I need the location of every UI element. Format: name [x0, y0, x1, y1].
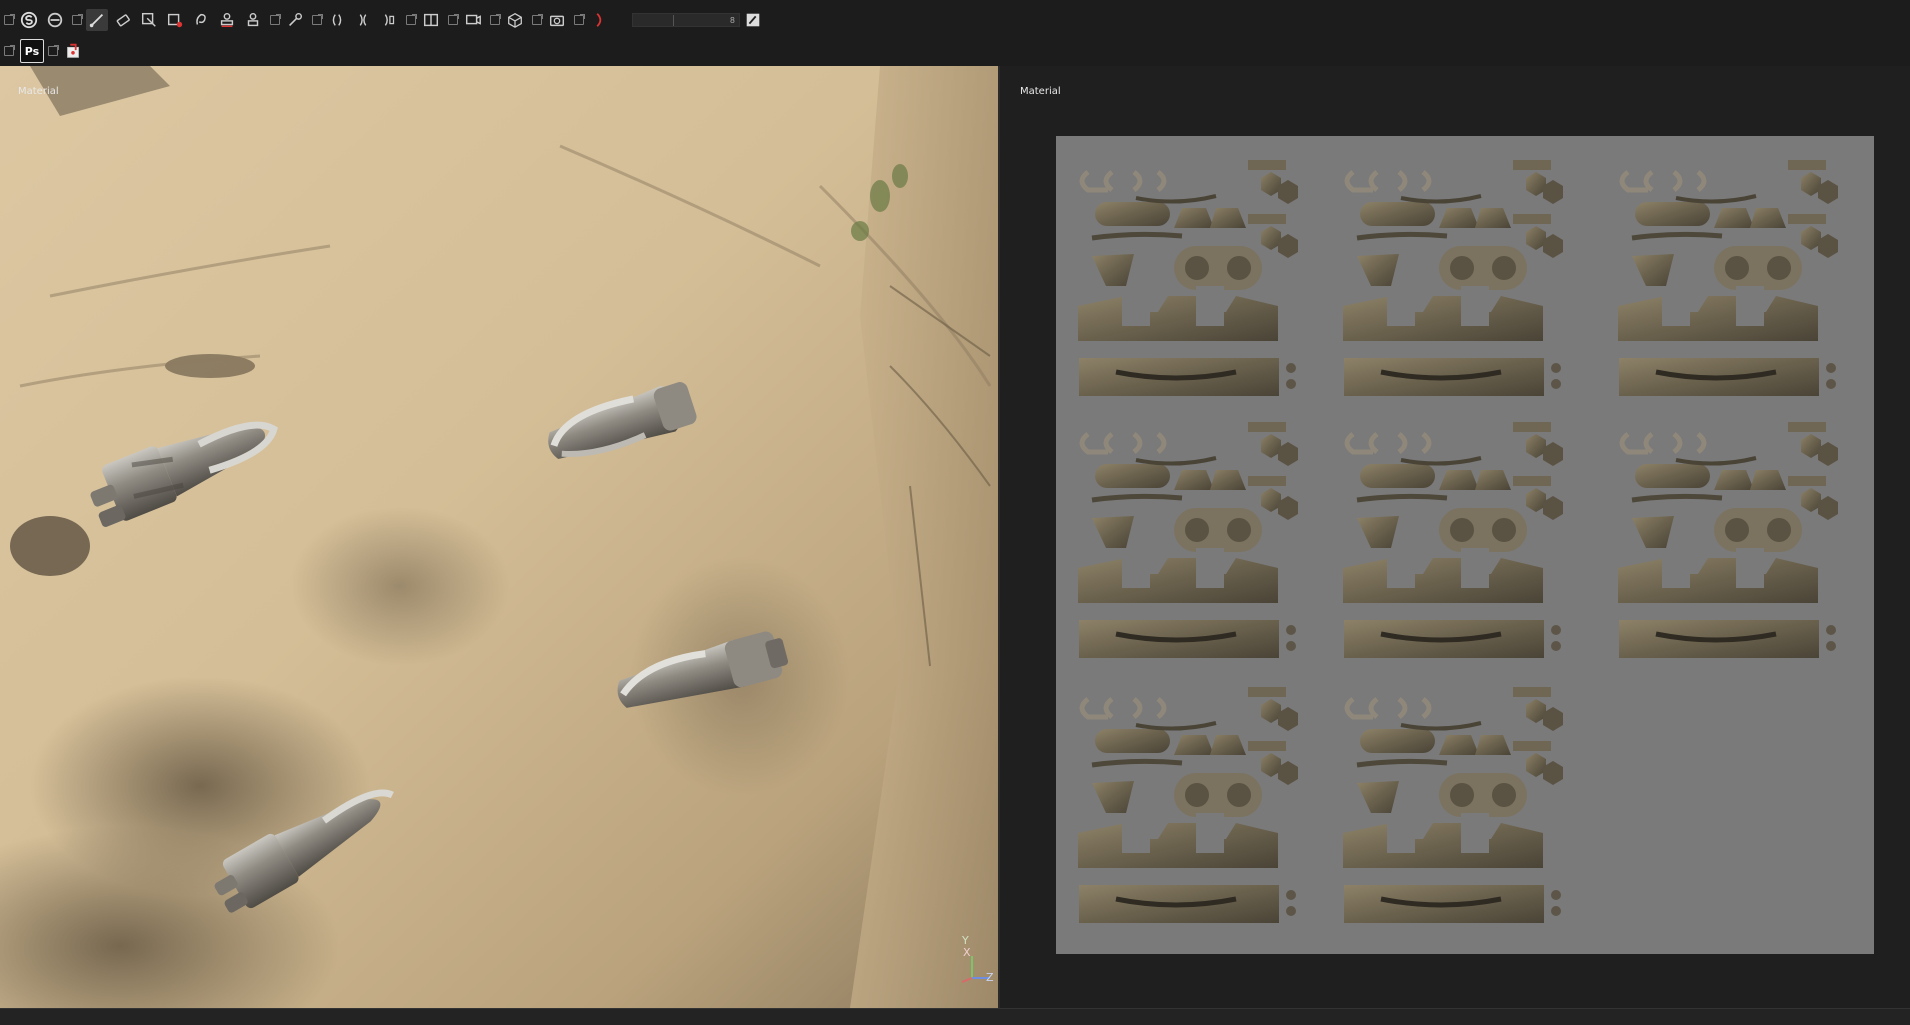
color-picker-icon[interactable]	[284, 9, 306, 31]
material-picker-icon[interactable]	[242, 9, 264, 31]
projection-icon[interactable]	[138, 9, 160, 31]
detach-icon[interactable]	[4, 45, 15, 56]
toolbar-row-tools: 8	[0, 6, 766, 34]
viewport-3d-label: Material	[18, 86, 59, 97]
slider-tick	[673, 15, 674, 26]
smudge-icon[interactable]	[190, 9, 212, 31]
symmetry-icon[interactable]	[44, 9, 66, 31]
camera-view-icon[interactable]	[462, 9, 484, 31]
brush-size-slider[interactable]: 8	[632, 13, 740, 27]
export-icon[interactable]	[62, 40, 84, 62]
detach-icon[interactable]	[72, 14, 83, 25]
clone-stamp-icon[interactable]	[216, 9, 238, 31]
top-toolbar: 8 Ps	[0, 0, 1910, 67]
screenshot-camera-icon[interactable]	[546, 9, 568, 31]
detach-icon[interactable]	[574, 14, 585, 25]
cube-view-icon[interactable]	[504, 9, 526, 31]
paint-brush-icon[interactable]	[86, 9, 108, 31]
detach-icon[interactable]	[4, 14, 15, 25]
detach-icon[interactable]	[312, 14, 323, 25]
ground-shadow	[290, 506, 510, 666]
viewport-2d[interactable]: Material	[1000, 66, 1910, 1008]
gizmo-label-z: Z	[986, 971, 994, 984]
scene-render	[0, 66, 998, 1008]
detach-icon[interactable]	[406, 14, 417, 25]
photoshop-icon[interactable]: Ps	[20, 39, 44, 63]
slider-value: 8	[729, 15, 735, 25]
detach-icon[interactable]	[448, 14, 459, 25]
toolbar-row-secondary: Ps	[0, 38, 86, 64]
detach-icon[interactable]	[48, 45, 59, 56]
mirror-x-icon[interactable]	[326, 9, 348, 31]
eraser-icon[interactable]	[112, 9, 134, 31]
2d-3d-view-icon[interactable]	[420, 9, 442, 31]
polygon-fill-icon[interactable]	[164, 9, 186, 31]
viewport-3d[interactable]: Material Y X Z	[0, 66, 1000, 1008]
substance-logo-icon[interactable]	[18, 9, 40, 31]
uv-shells	[1078, 160, 1838, 923]
detach-icon[interactable]	[490, 14, 501, 25]
uv-layout	[1056, 136, 1874, 954]
render-mode-icon[interactable]	[588, 9, 610, 31]
viewport-2d-label: Material	[1020, 86, 1061, 97]
uv-texture-canvas	[1056, 136, 1874, 954]
ground-shadow	[10, 516, 90, 576]
gizmo-label-x: X	[963, 946, 971, 959]
mirror-y-icon[interactable]	[352, 9, 374, 31]
detach-icon[interactable]	[270, 14, 281, 25]
mirror-z-icon[interactable]	[378, 9, 400, 31]
status-bar	[0, 1008, 1910, 1025]
pencil-edit-icon[interactable]	[742, 9, 764, 31]
detach-icon[interactable]	[532, 14, 543, 25]
